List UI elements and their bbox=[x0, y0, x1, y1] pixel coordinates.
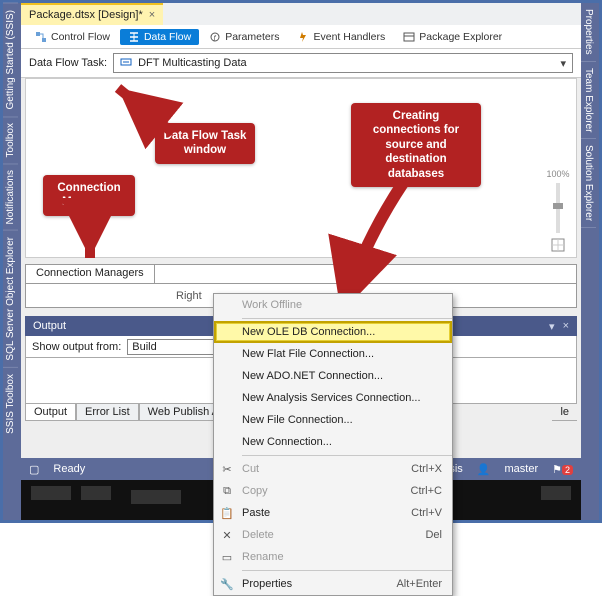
document-tab-bar: Package.dtsx [Design]* × bbox=[21, 3, 581, 25]
tab-package-explorer[interactable]: Package Explorer bbox=[395, 29, 510, 45]
tab-trailing: le bbox=[552, 404, 577, 421]
designer-subtabs: Control Flow Data Flow ƒ Parameters Even… bbox=[21, 25, 581, 49]
package-explorer-icon bbox=[403, 31, 415, 43]
fit-view-icon[interactable] bbox=[550, 237, 566, 253]
menu-properties[interactable]: 🔧PropertiesAlt+Enter bbox=[214, 573, 452, 595]
flag-icon[interactable]: ⚑2 bbox=[552, 463, 573, 476]
menu-new-ado-net-connection[interactable]: New ADO.NET Connection... bbox=[214, 365, 452, 387]
output-show-label: Show output from: bbox=[32, 341, 121, 353]
data-flow-task-label: Data Flow Task: bbox=[29, 57, 107, 69]
left-tool-rail: Getting Started (SSIS) Toolbox Notificat… bbox=[3, 3, 21, 520]
menu-paste[interactable]: 📋PasteCtrl+V bbox=[214, 502, 452, 524]
notification-badge: 2 bbox=[562, 465, 573, 475]
task-icon bbox=[120, 56, 132, 71]
document-tab-label: Package.dtsx [Design]* bbox=[29, 9, 143, 21]
copy-icon: ⧉ bbox=[220, 485, 234, 498]
rail-team-explorer[interactable]: Team Explorer bbox=[581, 62, 596, 139]
parameters-icon: ƒ bbox=[209, 31, 221, 43]
menu-new-connection[interactable]: New Connection... bbox=[214, 431, 452, 453]
status-box-icon: ▢ bbox=[29, 463, 39, 476]
status-user[interactable]: master bbox=[504, 463, 538, 475]
tab-data-flow[interactable]: Data Flow bbox=[120, 29, 199, 45]
data-flow-task-value: DFT Multicasting Data bbox=[138, 57, 247, 69]
menu-separator bbox=[242, 318, 452, 319]
output-source-value: Build bbox=[132, 341, 156, 353]
data-flow-task-row: Data Flow Task: DFT Multicasting Data bbox=[21, 49, 581, 78]
rail-solution-explorer[interactable]: Solution Explorer bbox=[581, 139, 596, 228]
callout-connection-managers: Connection Managers bbox=[43, 175, 135, 216]
rail-getting-started[interactable]: Getting Started (SSIS) bbox=[3, 3, 18, 116]
control-flow-icon bbox=[35, 31, 47, 43]
rail-ssis-toolbox[interactable]: SSIS Toolbox bbox=[3, 367, 18, 440]
rail-properties[interactable]: Properties bbox=[581, 3, 596, 62]
data-flow-icon bbox=[128, 31, 140, 43]
tab-error-list[interactable]: Error List bbox=[76, 404, 139, 421]
right-tool-rail: Properties Team Explorer Solution Explor… bbox=[581, 3, 599, 520]
rail-toolbox[interactable]: Toolbox bbox=[3, 116, 18, 163]
zoom-slider[interactable] bbox=[556, 183, 560, 233]
menu-copy[interactable]: ⧉CopyCtrl+C bbox=[214, 480, 452, 502]
arrow-to-conn-mgr bbox=[75, 213, 105, 271]
tab-data-flow-label: Data Flow bbox=[144, 31, 191, 43]
callout-creating-connections: Creating connections for source and dest… bbox=[351, 103, 481, 187]
rail-notifications[interactable]: Notifications bbox=[3, 163, 18, 230]
connection-managers-header: Connection Managers bbox=[25, 264, 577, 284]
data-flow-task-select[interactable]: DFT Multicasting Data bbox=[113, 53, 573, 73]
tab-output[interactable]: Output bbox=[25, 404, 76, 421]
close-icon[interactable]: × bbox=[563, 320, 569, 333]
output-title: Output bbox=[33, 320, 66, 332]
tab-package-explorer-label: Package Explorer bbox=[419, 31, 502, 43]
zoom-percent: 100% bbox=[546, 169, 570, 179]
properties-icon: 🔧 bbox=[220, 578, 234, 591]
output-dropdown-icon[interactable]: ▾ bbox=[549, 320, 555, 333]
status-ready: Ready bbox=[53, 463, 85, 475]
tab-parameters[interactable]: ƒ Parameters bbox=[201, 29, 287, 45]
tab-control-flow-label: Control Flow bbox=[51, 31, 110, 43]
svg-text:ƒ: ƒ bbox=[213, 35, 217, 42]
user-icon: 👤 bbox=[477, 463, 491, 476]
delete-icon: ✕ bbox=[220, 529, 234, 542]
output-tools: ▾ × bbox=[549, 320, 569, 333]
cut-icon: ✂ bbox=[220, 463, 234, 476]
tab-parameters-label: Parameters bbox=[225, 31, 279, 43]
menu-new-file-connection[interactable]: New File Connection... bbox=[214, 409, 452, 431]
connection-managers-hint: Right bbox=[176, 290, 202, 302]
rail-sql-object-explorer[interactable]: SQL Server Object Explorer bbox=[3, 230, 18, 367]
paste-icon: 📋 bbox=[220, 507, 234, 520]
menu-new-flat-file-connection[interactable]: New Flat File Connection... bbox=[214, 343, 452, 365]
menu-delete[interactable]: ✕DeleteDel bbox=[214, 524, 452, 546]
rename-icon: ▭ bbox=[220, 551, 234, 564]
zoom-control[interactable]: 100% bbox=[546, 169, 570, 255]
zoom-thumb[interactable] bbox=[553, 203, 563, 209]
close-icon[interactable]: × bbox=[149, 9, 155, 21]
menu-work-offline[interactable]: Work Offline bbox=[214, 294, 452, 316]
event-handlers-icon bbox=[297, 31, 309, 43]
context-menu: Work Offline New OLE DB Connection... Ne… bbox=[213, 293, 453, 596]
tab-event-handlers[interactable]: Event Handlers bbox=[289, 29, 393, 45]
menu-separator bbox=[242, 455, 452, 456]
tab-event-handlers-label: Event Handlers bbox=[313, 31, 385, 43]
document-tab-package[interactable]: Package.dtsx [Design]* × bbox=[21, 3, 163, 25]
menu-separator bbox=[242, 570, 452, 571]
tab-control-flow[interactable]: Control Flow bbox=[27, 29, 118, 45]
menu-new-analysis-services-connection[interactable]: New Analysis Services Connection... bbox=[214, 387, 452, 409]
menu-rename[interactable]: ▭Rename bbox=[214, 546, 452, 568]
arrow-to-dft bbox=[103, 83, 193, 146]
menu-cut[interactable]: ✂CutCtrl+X bbox=[214, 458, 452, 480]
menu-new-oledb-connection[interactable]: New OLE DB Connection... bbox=[214, 321, 452, 343]
